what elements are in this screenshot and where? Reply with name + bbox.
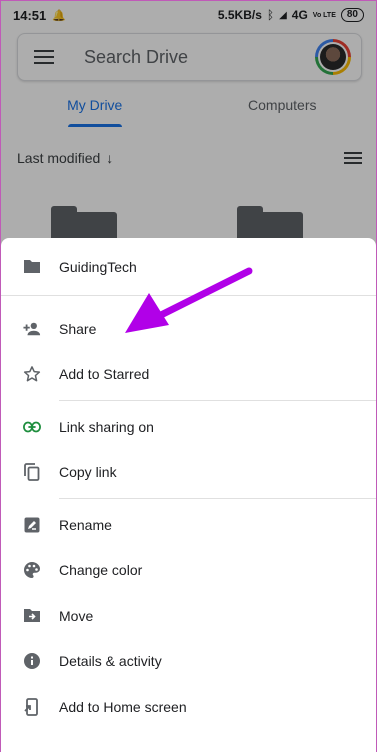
person-add-icon bbox=[23, 320, 41, 338]
move-button[interactable]: Move bbox=[1, 593, 376, 639]
details-activity-button[interactable]: Details & activity bbox=[1, 639, 376, 685]
sheet-header: GuidingTech bbox=[1, 238, 376, 296]
add-to-starred-button[interactable]: Add to Starred bbox=[1, 352, 376, 398]
info-icon bbox=[23, 652, 41, 670]
rename-button[interactable]: Rename bbox=[1, 502, 376, 548]
rename-label: Rename bbox=[59, 516, 112, 533]
link-icon bbox=[23, 418, 41, 436]
star-outline-icon bbox=[23, 365, 41, 383]
add-to-starred-label: Add to Starred bbox=[59, 366, 150, 383]
add-to-home-icon bbox=[23, 697, 41, 716]
divider bbox=[59, 400, 376, 401]
item-actions-sheet: GuidingTech Share Add to Starred Link sh… bbox=[1, 238, 376, 752]
change-color-button[interactable]: Change color bbox=[1, 548, 376, 594]
change-color-label: Change color bbox=[59, 562, 143, 579]
link-sharing-button[interactable]: Link sharing on bbox=[1, 404, 376, 450]
add-to-home-screen-label: Add to Home screen bbox=[59, 698, 187, 715]
copy-link-label: Copy link bbox=[59, 464, 117, 481]
share-button[interactable]: Share bbox=[1, 306, 376, 352]
palette-icon bbox=[23, 561, 41, 579]
move-folder-icon bbox=[23, 607, 41, 625]
share-label: Share bbox=[59, 320, 97, 337]
add-to-home-screen-button[interactable]: Add to Home screen bbox=[1, 684, 376, 730]
link-sharing-label: Link sharing on bbox=[59, 418, 154, 435]
copy-icon bbox=[23, 463, 41, 482]
sheet-title: GuidingTech bbox=[59, 258, 137, 275]
move-label: Move bbox=[59, 607, 94, 624]
copy-link-button[interactable]: Copy link bbox=[1, 450, 376, 496]
divider bbox=[59, 498, 376, 499]
folder-icon bbox=[23, 258, 41, 276]
details-activity-label: Details & activity bbox=[59, 653, 162, 670]
rename-icon bbox=[23, 516, 41, 534]
